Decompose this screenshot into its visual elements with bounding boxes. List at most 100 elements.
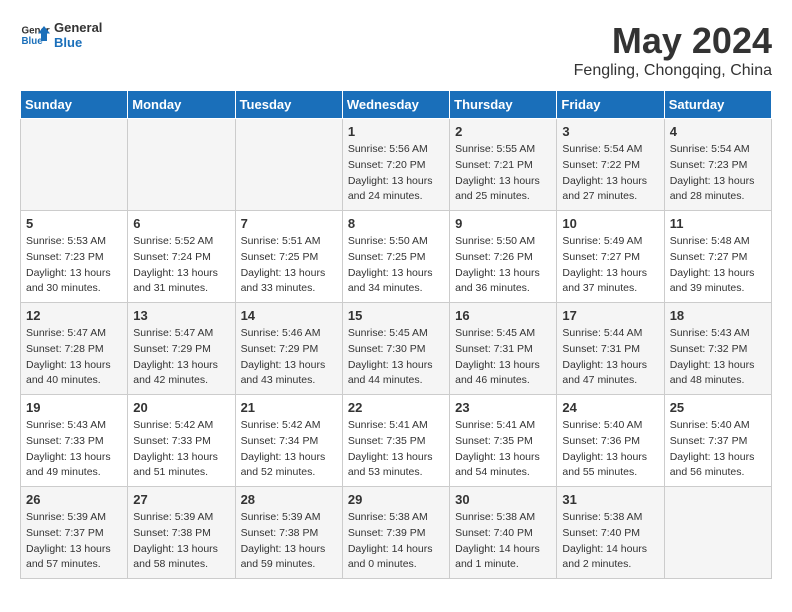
- calendar-cell: 29Sunrise: 5:38 AMSunset: 7:39 PMDayligh…: [342, 487, 449, 579]
- title-block: May 2024 Fengling, Chongqing, China: [574, 20, 772, 80]
- day-number: 9: [455, 216, 551, 231]
- day-detail: Sunrise: 5:41 AMSunset: 7:35 PMDaylight:…: [455, 418, 551, 481]
- col-sunday: Sunday: [21, 91, 128, 119]
- day-number: 3: [562, 124, 658, 139]
- day-number: 5: [26, 216, 122, 231]
- day-number: 26: [26, 492, 122, 507]
- calendar-cell: 10 Sunrise: 5:49 AMSunset: 7:27 PMDayligh…: [557, 211, 664, 303]
- calendar-cell: 2 Sunrise: 5:55 AMSunset: 7:21 PMDaylight…: [450, 119, 557, 211]
- day-detail: Sunrise: 5:41 AMSunset: 7:35 PMDaylight:…: [348, 418, 444, 481]
- day-detail: Sunrise: 5:55 AMSunset: 7:21 PMDaylight:…: [455, 142, 551, 205]
- calendar-cell: 12 Sunrise: 5:47 AMSunset: 7:28 PMDayligh…: [21, 303, 128, 395]
- day-detail: Sunrise: 5:45 AMSunset: 7:31 PMDaylight:…: [455, 326, 551, 389]
- calendar-cell: 28Sunrise: 5:39 AMSunset: 7:38 PMDayligh…: [235, 487, 342, 579]
- svg-text:Blue: Blue: [22, 36, 44, 47]
- day-detail: Sunrise: 5:38 AMSunset: 7:40 PMDaylight:…: [562, 510, 658, 573]
- day-number: 15: [348, 308, 444, 323]
- day-number: 27: [133, 492, 229, 507]
- col-thursday: Thursday: [450, 91, 557, 119]
- day-detail: Sunrise: 5:40 AMSunset: 7:37 PMDaylight:…: [670, 418, 766, 481]
- day-detail: Sunrise: 5:45 AMSunset: 7:30 PMDaylight:…: [348, 326, 444, 389]
- day-detail: Sunrise: 5:53 AMSunset: 7:23 PMDaylight:…: [26, 234, 122, 297]
- calendar-cell: [21, 119, 128, 211]
- day-detail: Sunrise: 5:48 AMSunset: 7:27 PMDaylight:…: [670, 234, 766, 297]
- day-detail: Sunrise: 5:39 AMSunset: 7:38 PMDaylight:…: [241, 510, 337, 573]
- calendar-cell: [235, 119, 342, 211]
- day-number: 4: [670, 124, 766, 139]
- calendar-table: Sunday Monday Tuesday Wednesday Thursday…: [20, 90, 772, 579]
- day-number: 14: [241, 308, 337, 323]
- day-detail: Sunrise: 5:42 AMSunset: 7:34 PMDaylight:…: [241, 418, 337, 481]
- calendar-week-row: 19Sunrise: 5:43 AMSunset: 7:33 PMDayligh…: [21, 395, 772, 487]
- calendar-cell: 31 Sunrise: 5:38 AMSunset: 7:40 PMDayligh…: [557, 487, 664, 579]
- day-number: 17: [562, 308, 658, 323]
- day-detail: Sunrise: 5:56 AMSunset: 7:20 PMDaylight:…: [348, 142, 444, 205]
- calendar-cell: 26 Sunrise: 5:39 AMSunset: 7:37 PMDayligh…: [21, 487, 128, 579]
- day-detail: Sunrise: 5:47 AMSunset: 7:28 PMDaylight:…: [26, 326, 122, 389]
- day-detail: Sunrise: 5:51 AMSunset: 7:25 PMDaylight:…: [241, 234, 337, 297]
- day-detail: Sunrise: 5:43 AMSunset: 7:32 PMDaylight:…: [670, 326, 766, 389]
- day-detail: Sunrise: 5:50 AMSunset: 7:25 PMDaylight:…: [348, 234, 444, 297]
- day-number: 23: [455, 400, 551, 415]
- calendar-cell: 15 Sunrise: 5:45 AMSunset: 7:30 PMDayligh…: [342, 303, 449, 395]
- calendar-subtitle: Fengling, Chongqing, China: [574, 62, 772, 80]
- calendar-cell: 19Sunrise: 5:43 AMSunset: 7:33 PMDayligh…: [21, 395, 128, 487]
- calendar-week-row: 26 Sunrise: 5:39 AMSunset: 7:37 PMDayligh…: [21, 487, 772, 579]
- day-detail: Sunrise: 5:49 AMSunset: 7:27 PMDaylight:…: [562, 234, 658, 297]
- calendar-cell: 13Sunrise: 5:47 AMSunset: 7:29 PMDayligh…: [128, 303, 235, 395]
- day-number: 30: [455, 492, 551, 507]
- day-detail: Sunrise: 5:39 AMSunset: 7:37 PMDaylight:…: [26, 510, 122, 573]
- calendar-cell: 21 Sunrise: 5:42 AMSunset: 7:34 PMDayligh…: [235, 395, 342, 487]
- calendar-cell: 23 Sunrise: 5:41 AMSunset: 7:35 PMDayligh…: [450, 395, 557, 487]
- calendar-cell: 30 Sunrise: 5:38 AMSunset: 7:40 PMDayligh…: [450, 487, 557, 579]
- day-number: 20: [133, 400, 229, 415]
- day-number: 21: [241, 400, 337, 415]
- day-detail: Sunrise: 5:52 AMSunset: 7:24 PMDaylight:…: [133, 234, 229, 297]
- calendar-cell: 20 Sunrise: 5:42 AMSunset: 7:33 PMDayligh…: [128, 395, 235, 487]
- day-detail: Sunrise: 5:39 AMSunset: 7:38 PMDaylight:…: [133, 510, 229, 573]
- calendar-cell: [664, 487, 771, 579]
- day-number: 25: [670, 400, 766, 415]
- day-detail: Sunrise: 5:50 AMSunset: 7:26 PMDaylight:…: [455, 234, 551, 297]
- logo-icon: General Blue: [20, 20, 50, 50]
- calendar-cell: 16 Sunrise: 5:45 AMSunset: 7:31 PMDayligh…: [450, 303, 557, 395]
- calendar-week-row: 1 Sunrise: 5:56 AMSunset: 7:20 PMDaylight…: [21, 119, 772, 211]
- calendar-cell: 24Sunrise: 5:40 AMSunset: 7:36 PMDayligh…: [557, 395, 664, 487]
- day-number: 22: [348, 400, 444, 415]
- day-number: 6: [133, 216, 229, 231]
- calendar-cell: 8 Sunrise: 5:50 AMSunset: 7:25 PMDaylight…: [342, 211, 449, 303]
- day-number: 16: [455, 308, 551, 323]
- calendar-cell: 4Sunrise: 5:54 AMSunset: 7:23 PMDaylight…: [664, 119, 771, 211]
- day-number: 8: [348, 216, 444, 231]
- calendar-cell: 3 Sunrise: 5:54 AMSunset: 7:22 PMDaylight…: [557, 119, 664, 211]
- day-detail: Sunrise: 5:40 AMSunset: 7:36 PMDaylight:…: [562, 418, 658, 481]
- calendar-cell: 14 Sunrise: 5:46 AMSunset: 7:29 PMDayligh…: [235, 303, 342, 395]
- day-number: 19: [26, 400, 122, 415]
- col-monday: Monday: [128, 91, 235, 119]
- col-friday: Friday: [557, 91, 664, 119]
- day-detail: Sunrise: 5:38 AMSunset: 7:40 PMDaylight:…: [455, 510, 551, 573]
- day-detail: Sunrise: 5:46 AMSunset: 7:29 PMDaylight:…: [241, 326, 337, 389]
- calendar-cell: 25 Sunrise: 5:40 AMSunset: 7:37 PMDayligh…: [664, 395, 771, 487]
- page-header: General Blue General Blue May 2024 Fengl…: [20, 20, 772, 80]
- day-detail: Sunrise: 5:44 AMSunset: 7:31 PMDaylight:…: [562, 326, 658, 389]
- day-number: 7: [241, 216, 337, 231]
- logo-blue: Blue: [54, 35, 102, 50]
- calendar-header-row: Sunday Monday Tuesday Wednesday Thursday…: [21, 91, 772, 119]
- day-number: 31: [562, 492, 658, 507]
- day-number: 10: [562, 216, 658, 231]
- calendar-cell: [128, 119, 235, 211]
- day-number: 2: [455, 124, 551, 139]
- calendar-cell: 5 Sunrise: 5:53 AMSunset: 7:23 PMDaylight…: [21, 211, 128, 303]
- day-number: 12: [26, 308, 122, 323]
- day-number: 1: [348, 124, 444, 139]
- col-wednesday: Wednesday: [342, 91, 449, 119]
- calendar-cell: 6 Sunrise: 5:52 AMSunset: 7:24 PMDaylight…: [128, 211, 235, 303]
- day-number: 18: [670, 308, 766, 323]
- col-saturday: Saturday: [664, 91, 771, 119]
- calendar-cell: 1 Sunrise: 5:56 AMSunset: 7:20 PMDaylight…: [342, 119, 449, 211]
- calendar-cell: 7 Sunrise: 5:51 AMSunset: 7:25 PMDaylight…: [235, 211, 342, 303]
- day-number: 29: [348, 492, 444, 507]
- day-detail: Sunrise: 5:54 AMSunset: 7:22 PMDaylight:…: [562, 142, 658, 205]
- day-detail: Sunrise: 5:42 AMSunset: 7:33 PMDaylight:…: [133, 418, 229, 481]
